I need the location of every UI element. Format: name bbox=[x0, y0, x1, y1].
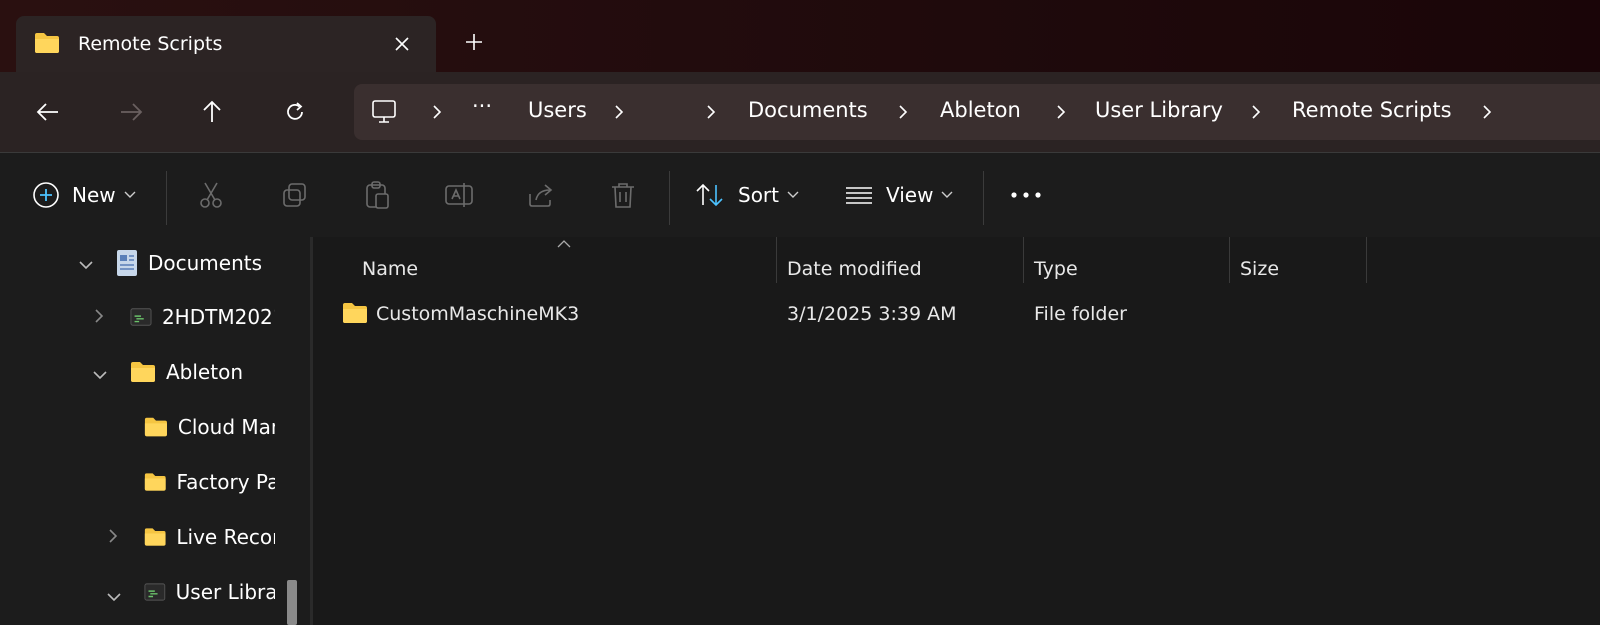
file-name: CustomMaschineMK3 bbox=[376, 303, 580, 325]
breadcrumb-remote-scripts[interactable]: Remote Scripts bbox=[1292, 98, 1452, 122]
column-separator[interactable] bbox=[1229, 237, 1230, 283]
file-list: Name Date modified Type Size CustomMasch… bbox=[313, 237, 1600, 625]
chevron-right-icon[interactable] bbox=[1249, 104, 1263, 120]
folder-icon bbox=[144, 417, 167, 437]
sidebar-item-label: 2HDTM2021 bbox=[161, 305, 275, 329]
new-tab-icon[interactable] bbox=[458, 26, 490, 58]
share-icon bbox=[529, 184, 553, 207]
plus-circle-icon bbox=[33, 182, 59, 208]
code-folder-icon bbox=[130, 308, 152, 326]
folder-icon bbox=[34, 32, 60, 58]
address-bar[interactable]: ··· Users Documents Ableton User Library… bbox=[354, 84, 1600, 140]
chevron-right-icon[interactable] bbox=[1054, 104, 1068, 120]
sidebar-item-label: User Librar bbox=[175, 580, 275, 604]
list-view-icon bbox=[846, 187, 872, 204]
copy-button[interactable] bbox=[280, 175, 310, 215]
clipboard-icon bbox=[366, 181, 389, 209]
sidebar-item-factory-packs[interactable]: Factory Pac bbox=[144, 462, 275, 502]
view-button[interactable]: View bbox=[844, 175, 953, 215]
sidebar-item-cloud-manager[interactable]: Cloud Man bbox=[144, 407, 275, 447]
chevron-right-icon[interactable] bbox=[612, 104, 626, 120]
column-separator[interactable] bbox=[1023, 237, 1024, 283]
sort-button[interactable]: Sort bbox=[694, 175, 799, 215]
file-type: File folder bbox=[1034, 303, 1127, 325]
copy-icon bbox=[283, 183, 306, 207]
folder-icon bbox=[144, 528, 166, 546]
more-options-button[interactable] bbox=[1010, 175, 1042, 215]
cut-button[interactable] bbox=[196, 175, 226, 215]
navigation-pane: Documents 2HDTM2021 Ableton Cloud Man Fa… bbox=[0, 237, 310, 625]
folder-icon bbox=[144, 473, 166, 491]
new-button[interactable]: New bbox=[32, 175, 136, 215]
column-header-size[interactable]: Size bbox=[1240, 247, 1279, 291]
sidebar-item-label: Factory Pac bbox=[176, 470, 276, 494]
sort-ascending-icon bbox=[557, 233, 571, 252]
table-row[interactable]: CustomMaschineMK3 3/1/2025 3:39 AM File … bbox=[333, 293, 1593, 337]
column-separator[interactable] bbox=[1366, 237, 1367, 283]
chevron-down-icon[interactable] bbox=[92, 365, 108, 384]
trash-icon bbox=[612, 183, 634, 208]
sort-icon bbox=[696, 183, 723, 207]
share-button[interactable] bbox=[526, 175, 556, 215]
sidebar-item-2hdtm2021[interactable]: 2HDTM2021 bbox=[130, 297, 275, 337]
arrow-right-icon[interactable] bbox=[111, 92, 151, 132]
refresh-icon[interactable] bbox=[275, 92, 315, 132]
chevron-right-icon[interactable] bbox=[430, 104, 444, 120]
toolbar-divider bbox=[983, 171, 984, 225]
chevron-right-icon[interactable] bbox=[1480, 104, 1494, 120]
scissors-icon bbox=[200, 182, 222, 208]
sidebar-item-label: Cloud Man bbox=[177, 415, 275, 439]
title-bar: Remote Scripts bbox=[0, 0, 1600, 72]
column-header-date-modified[interactable]: Date modified bbox=[787, 247, 922, 291]
folder-icon bbox=[342, 302, 368, 328]
sidebar-item-ableton[interactable]: Ableton bbox=[130, 352, 243, 392]
chevron-right-icon[interactable] bbox=[896, 104, 910, 120]
chevron-down-icon[interactable] bbox=[78, 255, 94, 274]
code-folder-icon bbox=[144, 583, 166, 601]
file-date: 3/1/2025 3:39 AM bbox=[787, 303, 957, 325]
tab-title: Remote Scripts bbox=[78, 33, 223, 55]
rename-icon bbox=[445, 183, 473, 207]
command-bar: New Sort View bbox=[0, 152, 1600, 238]
view-label: View bbox=[886, 183, 934, 207]
column-header-name[interactable]: Name bbox=[362, 247, 418, 291]
sort-label: Sort bbox=[738, 183, 779, 207]
sidebar-item-documents[interactable]: Documents bbox=[116, 243, 262, 283]
breadcrumb-ableton[interactable]: Ableton bbox=[940, 98, 1021, 122]
sidebar-scrollbar[interactable] bbox=[287, 580, 297, 625]
documents-icon bbox=[117, 250, 137, 276]
toolbar-divider bbox=[669, 171, 670, 225]
close-tab-icon[interactable] bbox=[386, 28, 418, 60]
chevron-down-icon bbox=[124, 191, 136, 198]
chevron-right-icon[interactable] bbox=[704, 104, 718, 120]
sidebar-item-label: Ableton bbox=[166, 360, 243, 384]
sidebar-item-live-recordings[interactable]: Live Recorc bbox=[144, 517, 275, 557]
chevron-right-icon[interactable] bbox=[94, 308, 104, 328]
arrow-up-icon[interactable] bbox=[192, 92, 232, 132]
chevron-right-icon[interactable] bbox=[108, 528, 118, 548]
chevron-down-icon[interactable] bbox=[106, 587, 122, 606]
column-header-type[interactable]: Type bbox=[1034, 247, 1078, 291]
sidebar-item-user-library[interactable]: User Librar bbox=[144, 572, 275, 612]
new-label: New bbox=[72, 183, 116, 207]
sidebar-item-label: Documents bbox=[148, 251, 263, 275]
navigation-bar: ··· Users Documents Ableton User Library… bbox=[0, 72, 1600, 152]
chevron-down-icon bbox=[941, 191, 953, 198]
breadcrumb-more[interactable]: ··· bbox=[472, 94, 492, 118]
breadcrumb-documents[interactable]: Documents bbox=[748, 98, 868, 122]
arrow-left-icon[interactable] bbox=[28, 92, 68, 132]
delete-button[interactable] bbox=[608, 175, 638, 215]
column-separator[interactable] bbox=[776, 237, 777, 283]
this-pc-icon[interactable] bbox=[370, 98, 398, 130]
paste-button[interactable] bbox=[362, 175, 392, 215]
more-icon bbox=[1011, 192, 1041, 198]
folder-icon bbox=[131, 362, 155, 382]
breadcrumb-user-library[interactable]: User Library bbox=[1095, 98, 1223, 122]
toolbar-divider bbox=[166, 171, 167, 225]
chevron-down-icon bbox=[787, 191, 799, 198]
sidebar-item-label: Live Recorc bbox=[176, 525, 275, 549]
tab-remote-scripts[interactable]: Remote Scripts bbox=[16, 16, 436, 72]
breadcrumb-users[interactable]: Users bbox=[528, 98, 587, 122]
rename-button[interactable] bbox=[444, 175, 474, 215]
